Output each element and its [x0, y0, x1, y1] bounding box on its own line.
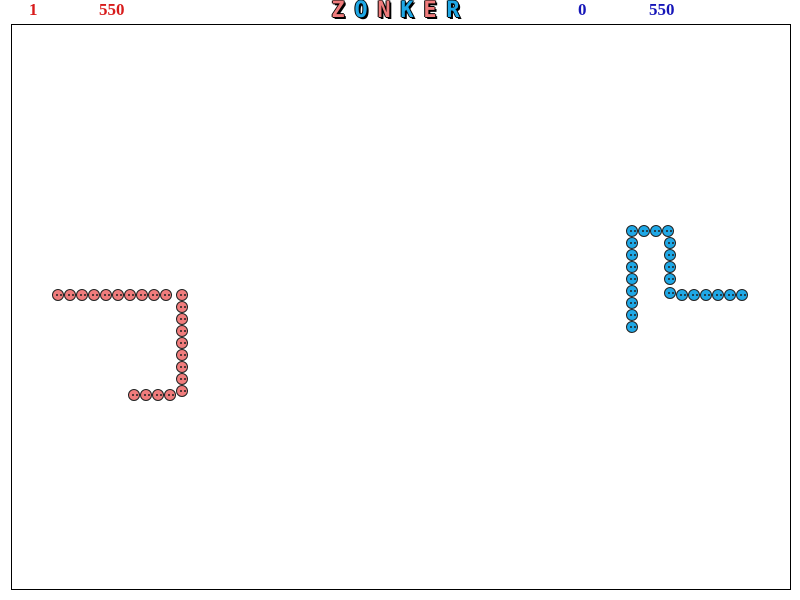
- red-snake-segment: [176, 385, 188, 397]
- zonker-logo: Z O N K E R: [324, 0, 470, 22]
- blue-snake-segment: [626, 309, 638, 321]
- blue-snake-segment: [688, 289, 700, 301]
- blue-snake-segment: [664, 287, 676, 299]
- blue-snake-segment: [626, 237, 638, 249]
- red-snake-segment: [124, 289, 136, 301]
- red-snake-segment: [100, 289, 112, 301]
- logo-letter-2: O: [354, 0, 368, 23]
- logo-letter-5: E: [423, 0, 437, 23]
- player1-score: 550: [99, 0, 125, 19]
- blue-snake-segment: [664, 273, 676, 285]
- blue-snake-segment: [712, 289, 724, 301]
- red-snake-segment: [176, 349, 188, 361]
- red-snake-segment: [176, 289, 188, 301]
- red-snake-segment: [152, 389, 164, 401]
- blue-snake-segment: [626, 285, 638, 297]
- red-snake-segment: [176, 373, 188, 385]
- logo-letter-4: K: [400, 0, 414, 23]
- blue-snake-segment: [664, 261, 676, 273]
- red-snake-segment: [112, 289, 124, 301]
- red-snake-segment: [140, 389, 152, 401]
- blue-snake-segment: [676, 289, 688, 301]
- red-snake-segment: [176, 301, 188, 313]
- red-snake-segment: [136, 289, 148, 301]
- red-snake-segment: [148, 289, 160, 301]
- player2-score: 550: [649, 0, 675, 19]
- blue-snake-segment: [662, 225, 674, 237]
- red-snake-segment: [88, 289, 100, 301]
- logo-letter-6: R: [446, 0, 460, 23]
- blue-snake-segment: [700, 289, 712, 301]
- red-snake-segment: [176, 325, 188, 337]
- blue-snake-segment: [664, 249, 676, 261]
- blue-snake-segment: [650, 225, 662, 237]
- red-snake-segment: [176, 361, 188, 373]
- blue-snake-segment: [724, 289, 736, 301]
- red-snake-segment: [176, 313, 188, 325]
- player2-lives: 0: [578, 0, 587, 19]
- red-snake-segment: [160, 289, 172, 301]
- blue-snake-segment: [626, 273, 638, 285]
- blue-snake-segment: [736, 289, 748, 301]
- play-field: [11, 24, 791, 590]
- blue-snake-segment: [626, 249, 638, 261]
- blue-snake-segment: [664, 237, 676, 249]
- red-snake-segment: [128, 389, 140, 401]
- red-snake-segment: [176, 337, 188, 349]
- player1-lives: 1: [29, 0, 38, 19]
- red-snake-segment: [64, 289, 76, 301]
- blue-snake-segment: [638, 225, 650, 237]
- red-snake-segment: [76, 289, 88, 301]
- blue-snake-segment: [626, 321, 638, 333]
- blue-snake-segment: [626, 297, 638, 309]
- logo-letter-3: N: [377, 0, 391, 23]
- blue-snake-segment: [626, 261, 638, 273]
- red-snake-segment: [164, 389, 176, 401]
- blue-snake-segment: [626, 225, 638, 237]
- red-snake-segment: [52, 289, 64, 301]
- logo-letter-1: Z: [331, 0, 345, 23]
